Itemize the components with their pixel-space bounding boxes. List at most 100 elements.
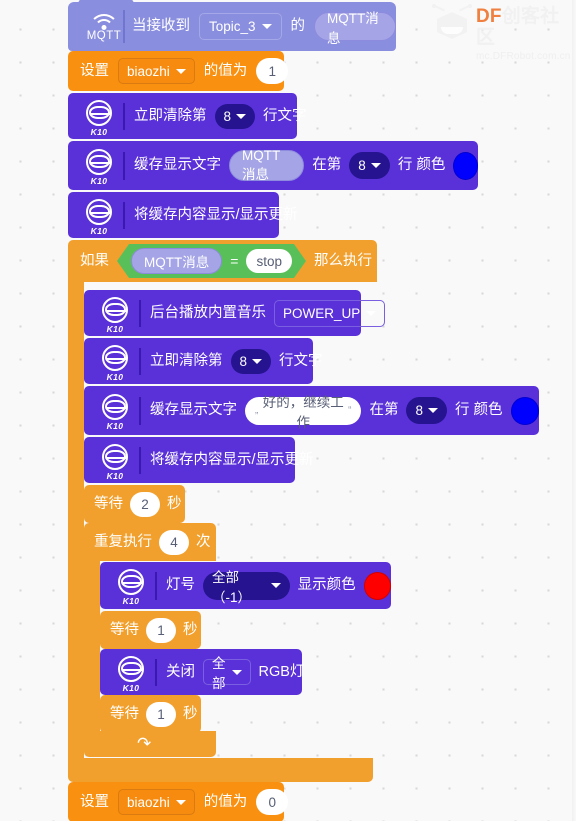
device-block-clear-line-2[interactable]: K10 立即清除第 8 行文字 [84,338,323,384]
k10-device-icon: K10 [95,344,135,382]
if-label: 如果 [80,252,109,269]
device-block-rgb-off[interactable]: K10 关闭 全部 RGB灯 [100,649,305,695]
wait-label: 等待 [110,705,139,722]
wait-seconds-input-1a[interactable]: 1 [146,617,176,643]
k10-icon-label: K10 [106,420,124,431]
repeat-block-footer: ↷ [84,731,216,757]
compare-value-input[interactable]: stop [246,249,292,273]
line-dropdown-value: 8 [239,353,248,369]
color-swatch-blue[interactable] [453,151,478,180]
repeat-block-header[interactable]: 重复执行 4 次 [84,523,216,561]
variable-dropdown-biaozhi[interactable]: biaozhi [118,58,195,84]
mqtt-message-reporter[interactable]: MQTT消息 [229,148,305,182]
rgb-label: RGB灯 [258,663,305,680]
k10-icon-label: K10 [90,126,108,137]
if-block-header[interactable]: 如果 MQTT消息 = stop 那么执行 [68,240,377,282]
device-block-refresh-2[interactable]: K10 将缓存内容显示/显示更新 [84,437,314,483]
hat-block-mqtt-receive[interactable]: MQTT 当接收到 Topic_3 的 MQTT消息 [68,0,396,51]
variable-dropdown-value: biaozhi [127,63,170,79]
device-block-buffer-text-2[interactable]: K10 缓存显示文字 „ 好的，继续工作 “ 在第 8 行 颜色 [84,386,539,435]
mqtt-message-reporter-label: MQTT消息 [327,10,379,46]
display-text-value: 好的，继续工作 [262,394,344,430]
chevron-down-icon [231,669,242,675]
topic-dropdown-value: Topic_3 [209,19,256,34]
buffer-text-label-2: 在第 [369,402,399,419]
variable-value-input-1[interactable]: 1 [256,58,289,84]
play-music-label: 后台播放内置音乐 [150,304,266,321]
wait-seconds-value: 2 [141,496,149,512]
device-block-buffer-text-1[interactable]: K10 缓存显示文字 MQTT消息 在第 8 行 颜色 [68,141,478,190]
wait-label: 等待 [94,495,123,512]
wait-seconds-value: 1 [157,622,165,638]
lamp-dropdown-all[interactable]: 全部（-1） [203,570,290,605]
lamp-number-label: 灯号 [166,577,195,594]
k10-device-icon: K10 [95,296,135,334]
mqtt-message-reporter[interactable]: MQTT消息 [131,248,222,274]
repeat-count-input[interactable]: 4 [159,529,189,555]
lamp-dropdown-value: 全部（-1） [212,569,252,605]
topic-dropdown[interactable]: Topic_3 [199,13,282,40]
wait-seconds-input-2[interactable]: 2 [130,491,160,517]
refresh-label: 将缓存内容显示/显示更新 [134,206,298,223]
wait-label: 等待 [110,621,139,638]
workspace-scrollbar-edge[interactable] [572,0,576,821]
line-dropdown-2[interactable]: 8 [349,152,390,179]
chevron-down-icon [270,583,281,588]
variable-dropdown-value: biaozhi [127,794,170,810]
device-block-refresh-1[interactable]: K10 将缓存内容显示/显示更新 [68,192,298,238]
watermark-url: mc.DFRobot.com.cn [476,51,571,62]
chevron-down-icon [427,408,438,413]
lamp-dropdown-value: 全部 [212,656,226,691]
music-dropdown[interactable]: POWER_UP [274,299,386,327]
variable-value-input-0[interactable]: 0 [256,789,289,815]
value-label: 的值为 [203,793,248,810]
chevron-down-icon [366,310,377,316]
music-dropdown-value: POWER_UP [283,305,361,321]
k10-device-icon: K10 [79,99,119,137]
k10-device-icon: K10 [79,198,119,236]
buffer-text-label-2: 在第 [312,157,342,174]
variable-dropdown-biaozhi[interactable]: biaozhi [118,789,195,815]
repeat-label: 重复执行 [94,533,152,550]
set-label: 设置 [80,62,109,79]
color-swatch-blue[interactable] [510,396,539,425]
k10-device-icon: K10 [95,443,135,481]
k10-device-icon: K10 [79,148,119,186]
quote-open-icon: „ [255,405,259,416]
device-block-clear-line-1[interactable]: K10 立即清除第 8 行文字 [68,93,307,139]
loop-repeat-icon: ↷ [137,734,152,753]
color-swatch-red[interactable] [363,571,391,600]
seconds-label: 秒 [183,705,198,722]
blockly-workspace[interactable]: DF创客社区 mc.DFRobot.com.cn MQTT 当接收到 Topic… [0,0,576,821]
mqtt-message-reporter[interactable]: MQTT消息 [314,11,396,46]
line-dropdown-3[interactable]: 8 [230,348,272,374]
control-block-wait-1s-a[interactable]: 等待 1 秒 [100,611,201,649]
k10-icon-label: K10 [106,371,124,382]
wait-seconds-input-1b[interactable]: 1 [146,701,176,727]
lamp-dropdown-off[interactable]: 全部 [203,656,251,691]
device-block-rgb-show-color[interactable]: K10 灯号 全部（-1） 显示颜色 [100,562,391,609]
line-dropdown-value: 8 [223,108,232,124]
equals-operator-block[interactable]: MQTT消息 = stop [117,244,306,278]
line-dropdown-4[interactable]: 8 [406,397,447,424]
equals-sign: = [230,253,239,269]
control-block-wait-2s[interactable]: 等待 2 秒 [84,485,185,523]
set-variable-block-biaozhi-1[interactable]: 设置 biaozhi 的值为 1 [68,51,289,91]
quote-close-icon: “ [348,405,352,416]
line-dropdown-1[interactable]: 8 [214,103,256,129]
times-label: 次 [196,533,211,550]
variable-value: 0 [268,794,277,810]
hat-text-of: 的 [290,18,306,35]
device-block-play-music[interactable]: K10 后台播放内置音乐 POWER_UP [84,290,386,336]
line-dropdown-value: 8 [358,158,366,173]
set-variable-block-biaozhi-0[interactable]: 设置 biaozhi 的值为 0 [68,782,289,821]
show-color-label: 显示颜色 [297,577,356,594]
chevron-down-icon [252,358,263,364]
display-text-input[interactable]: „ 好的，继续工作 “ [245,395,362,430]
control-block-wait-1s-b[interactable]: 等待 1 秒 [100,695,201,733]
if-block-footer [68,758,373,782]
variable-value: 1 [268,63,277,79]
if-block-spine [68,282,84,772]
clear-line-text-2: 行文字 [279,352,323,369]
buffer-text-label-1: 缓存显示文字 [134,157,221,174]
